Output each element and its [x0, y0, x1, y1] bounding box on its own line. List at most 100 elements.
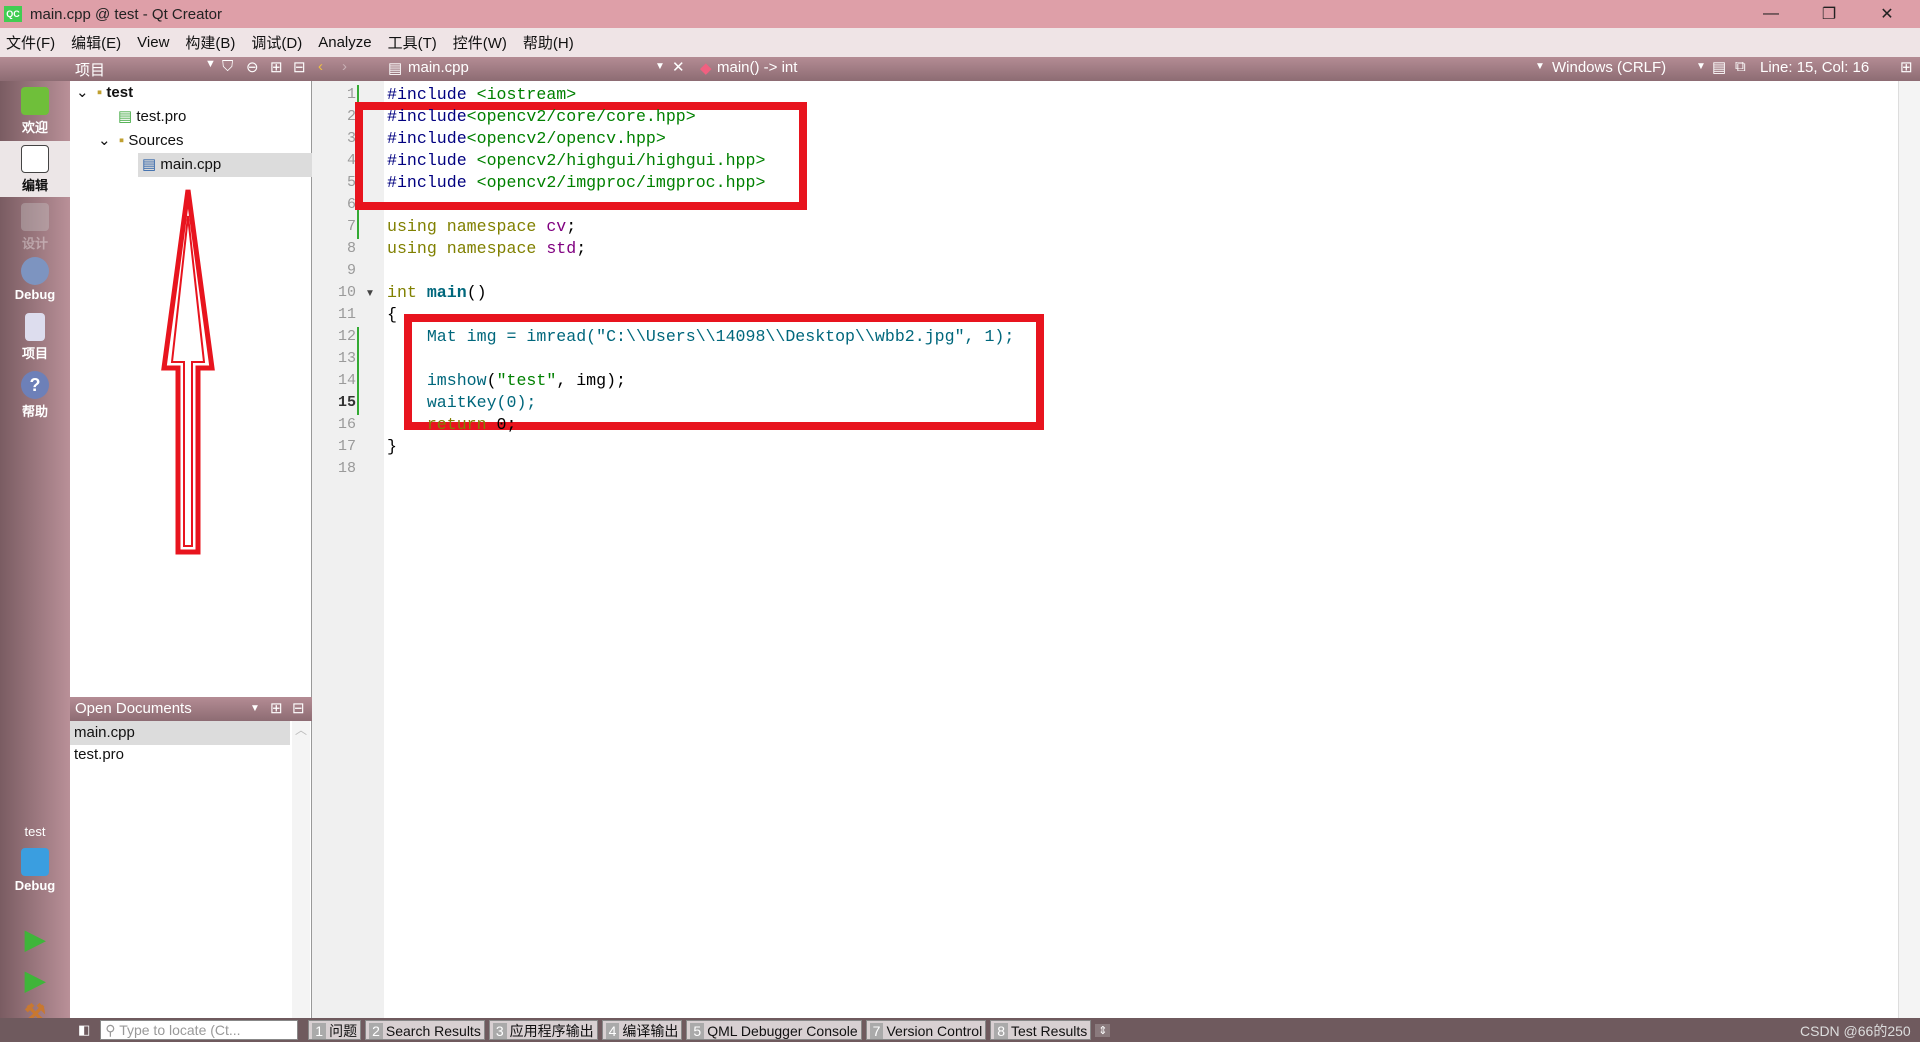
minimize-button[interactable]: — — [1742, 0, 1800, 28]
split-icon[interactable]: ⊞ — [1900, 58, 1913, 76]
line-number: 6 — [346, 196, 356, 213]
code-line[interactable]: imshow("test", img); — [387, 370, 626, 392]
line-number: 18 — [337, 460, 356, 477]
code-line[interactable]: using namespace cv; — [387, 216, 576, 238]
toolbar: 项目 ▼ ⛉ ⊖ ⊞ ⊟ ‹ › ▤ main.cpp ▼ ✕ ◆ main()… — [0, 57, 1920, 81]
encoding-icon[interactable]: ⧉ — [1735, 58, 1746, 75]
chevron-down-icon[interactable]: ⌄ — [76, 84, 89, 101]
open-document-item[interactable]: test.pro — [70, 743, 124, 767]
output-tab[interactable]: 5 QML Debugger Console — [686, 1020, 862, 1040]
split-icon[interactable]: ⊞ — [270, 58, 283, 76]
mode-edit[interactable]: 编辑 — [0, 141, 70, 197]
close-pane-icon[interactable]: ⊟ — [292, 697, 305, 721]
mode-debug[interactable]: Debug — [0, 257, 70, 302]
chevron-down-icon[interactable]: ▼ — [250, 697, 260, 721]
computer-icon — [21, 848, 49, 876]
kit-selector[interactable]: Debug — [0, 848, 70, 893]
forward-icon[interactable]: › — [342, 58, 347, 75]
open-file-selector[interactable]: main.cpp — [408, 59, 469, 76]
code-line[interactable]: { — [387, 304, 397, 326]
code-line[interactable]: } — [387, 436, 397, 458]
mode-welcome[interactable]: 欢迎 — [0, 87, 70, 136]
code-line[interactable]: return 0; — [387, 414, 517, 436]
mode-projects[interactable]: 项目 — [0, 313, 70, 362]
mode-design: 设计 — [0, 203, 70, 252]
code-line[interactable]: #include <opencv2/highgui/highgui.hpp> — [387, 150, 765, 172]
open-document-item[interactable]: main.cpp — [70, 721, 290, 745]
chevron-down-icon[interactable]: ▼ — [205, 58, 216, 70]
tree-item-test-pro[interactable]: ▤ test.pro — [118, 105, 186, 129]
chevron-down-icon[interactable]: ▼ — [655, 61, 665, 72]
filter-icon[interactable]: ⛉ — [222, 58, 233, 75]
tree-item-main-cpp[interactable]: ▤ main.cpp — [138, 153, 312, 177]
split-icon[interactable]: ⊞ — [270, 697, 283, 721]
line-number: 14 — [337, 372, 356, 389]
tab-label: Test Results — [1010, 1023, 1088, 1039]
menu-help[interactable]: 帮助(H) — [523, 32, 574, 53]
folder-icon — [25, 313, 45, 341]
close-pane-icon[interactable]: ⊟ — [293, 58, 306, 76]
editor-scrollbar[interactable] — [1898, 81, 1920, 1018]
code-line[interactable]: #include <opencv2/imgproc/imgproc.hpp> — [387, 172, 765, 194]
tree-item-sources[interactable]: ⌄ ▪ Sources — [98, 129, 183, 153]
menu-view[interactable]: View — [137, 34, 169, 51]
document-icon[interactable]: ▤ — [1712, 58, 1726, 76]
title-bar: QC main.cpp @ test - Qt Creator — ❐ ✕ — [0, 0, 1920, 28]
fold-arrow-icon[interactable]: ▼ — [365, 288, 375, 299]
output-tab[interactable]: 3 应用程序输出 — [488, 1020, 598, 1040]
menu-edit[interactable]: 编辑(E) — [71, 32, 121, 53]
chevron-down-icon[interactable]: ▼ — [1696, 61, 1706, 72]
open-documents-list: main.cpp test.pro ︿ — [70, 721, 312, 1018]
more-tabs-icon[interactable]: ⇕ — [1095, 1023, 1111, 1037]
chevron-down-icon[interactable]: ⌄ — [98, 132, 111, 149]
mode-help[interactable]: ? 帮助 — [0, 371, 70, 420]
code-line[interactable]: #include<opencv2/opencv.hpp> — [387, 128, 666, 150]
kit-project: test — [24, 824, 46, 839]
run-button[interactable]: ▶ — [0, 924, 70, 955]
line-number: 8 — [346, 240, 356, 257]
output-pane-bar: ◧ ⚲ Type to locate (Ct... 1 问题 2 Search Res… — [0, 1018, 1920, 1042]
menu-debug[interactable]: 调试(D) — [251, 32, 302, 53]
output-tab[interactable]: 8 Test Results — [990, 1020, 1092, 1040]
code-line[interactable]: #include<opencv2/core/core.hpp> — [387, 106, 696, 128]
tab-number: 1 — [312, 1023, 327, 1039]
debug-run-button[interactable]: ▶ — [0, 965, 70, 996]
code-line[interactable]: Mat img = imread("C:\\Users\\14098\\Desk… — [387, 326, 1015, 348]
chevron-down-icon[interactable]: ▼ — [1535, 61, 1545, 72]
cursor-position[interactable]: Line: 15, Col: 16 — [1760, 59, 1869, 76]
tab-label: Search Results — [385, 1023, 481, 1039]
restore-button[interactable]: ❐ — [1800, 0, 1858, 28]
bug-icon — [21, 257, 49, 285]
project-pane-selector[interactable]: 项目 — [75, 59, 105, 80]
line-number: 4 — [346, 152, 356, 169]
code-line[interactable]: int main() — [387, 282, 487, 304]
symbol-selector[interactable]: main() -> int — [717, 59, 797, 76]
menu-tools[interactable]: 工具(T) — [388, 32, 437, 53]
code-line[interactable]: #include <iostream> — [387, 84, 576, 106]
toggle-sidebar-icon[interactable]: ◧ — [78, 1022, 90, 1038]
window-title: main.cpp @ test - Qt Creator — [30, 5, 222, 23]
help-icon: ? — [21, 371, 49, 399]
code-line[interactable]: using namespace std; — [387, 238, 586, 260]
output-tab[interactable]: 4 编译输出 — [601, 1020, 683, 1040]
menu-bar: 文件(F) 编辑(E) View 构建(B) 调试(D) Analyze 工具(… — [0, 28, 1920, 57]
tree-item-test[interactable]: ⌄ ▪ test — [76, 81, 133, 105]
output-tab[interactable]: 2 Search Results — [365, 1020, 485, 1040]
tab-number: 8 — [994, 1023, 1008, 1039]
line-number: 11 — [337, 306, 356, 323]
line-number: 10 — [337, 284, 356, 301]
menu-analyze[interactable]: Analyze — [318, 34, 371, 51]
back-icon[interactable]: ‹ — [318, 58, 323, 75]
link-icon[interactable]: ⊖ — [246, 58, 259, 76]
scrollbar[interactable]: ︿ — [292, 721, 310, 1018]
locator-input[interactable]: ⚲ Type to locate (Ct... — [100, 1020, 299, 1040]
close-document-icon[interactable]: ✕ — [672, 58, 685, 76]
close-button[interactable]: ✕ — [1858, 0, 1916, 28]
output-tab[interactable]: 7 Version Control — [865, 1020, 987, 1040]
output-tab[interactable]: 1 问题 — [308, 1020, 362, 1040]
line-ending-selector[interactable]: Windows (CRLF) — [1552, 59, 1666, 76]
menu-build[interactable]: 构建(B) — [185, 32, 235, 53]
menu-window[interactable]: 控件(W) — [453, 32, 507, 53]
menu-file[interactable]: 文件(F) — [6, 32, 55, 53]
code-line[interactable]: waitKey(0); — [387, 392, 537, 414]
